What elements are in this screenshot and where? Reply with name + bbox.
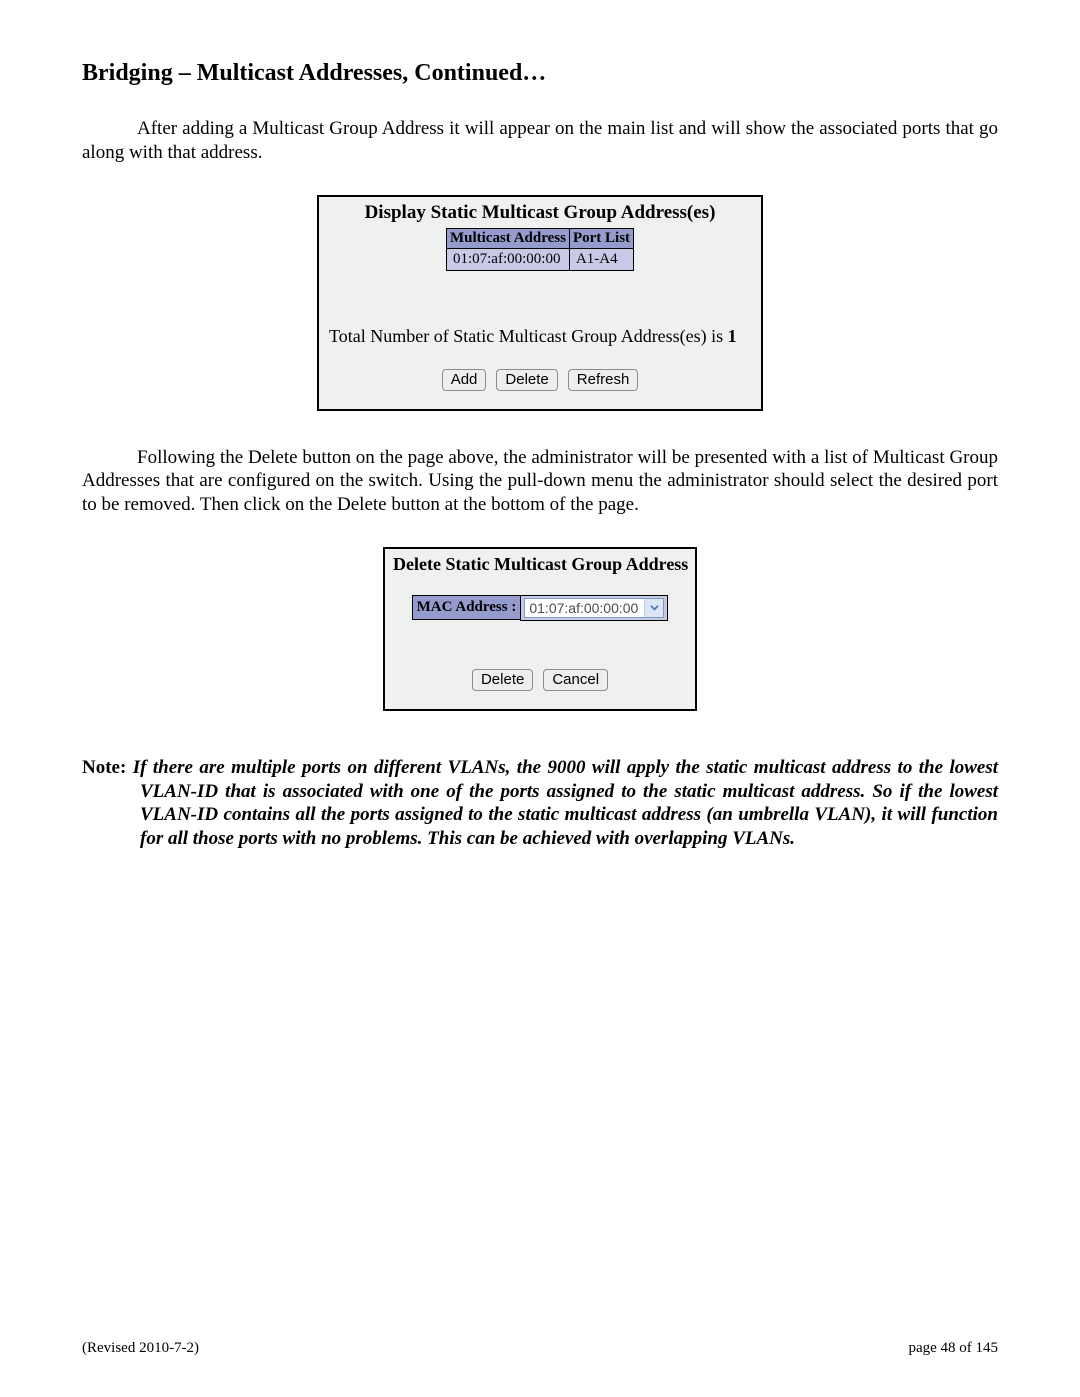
paragraph-1-text: After adding a Multicast Group Address i… <box>82 118 998 163</box>
multicast-table: Multicast Address Port List 01:07:af:00:… <box>446 228 634 271</box>
display-panel-title: Display Static Multicast Group Address(e… <box>319 202 761 224</box>
note-paragraph: Note: If there are multiple ports on dif… <box>82 756 998 851</box>
total-count-message: Total Number of Static Multicast Group A… <box>329 326 761 347</box>
page-footer: (Revised 2010-7-2) page 48 of 145 <box>82 1340 998 1357</box>
delete-multicast-panel: Delete Static Multicast Group Address MA… <box>383 547 697 711</box>
table-row: 01:07:af:00:00:00 A1-A4 <box>446 248 633 270</box>
total-count-prefix: Total Number of Static Multicast Group A… <box>329 326 728 346</box>
footer-revised: (Revised 2010-7-2) <box>82 1340 199 1357</box>
paragraph-1: After adding a Multicast Group Address i… <box>82 117 998 165</box>
cell-port-list: A1-A4 <box>569 248 633 270</box>
mac-address-selected: 01:07:af:00:00:00 <box>525 599 644 617</box>
note-label: Note: <box>82 757 133 778</box>
table-header-row: Multicast Address Port List <box>446 228 633 248</box>
cancel-button[interactable]: Cancel <box>543 669 608 691</box>
page-title: Bridging – Multicast Addresses, Continue… <box>82 60 998 87</box>
chevron-down-icon <box>644 599 663 617</box>
footer-page-number: page 48 of 145 <box>908 1340 998 1357</box>
header-multicast-address: Multicast Address <box>446 228 569 248</box>
mac-address-label: MAC Address : <box>412 595 521 620</box>
delete-button[interactable]: Delete <box>496 369 557 391</box>
total-count-value: 1 <box>728 326 737 346</box>
add-button[interactable]: Add <box>442 369 487 391</box>
display-multicast-panel: Display Static Multicast Group Address(e… <box>317 195 763 411</box>
cell-multicast-address: 01:07:af:00:00:00 <box>446 248 569 270</box>
mac-address-cell: 01:07:af:00:00:00 <box>520 595 668 621</box>
delete-panel-title: Delete Static Multicast Group Address <box>393 554 689 575</box>
note-body: If there are multiple ports on different… <box>133 757 998 849</box>
refresh-button[interactable]: Refresh <box>568 369 639 391</box>
mac-address-dropdown[interactable]: 01:07:af:00:00:00 <box>524 598 664 618</box>
header-port-list: Port List <box>569 228 633 248</box>
delete-confirm-button[interactable]: Delete <box>472 669 533 691</box>
paragraph-2-text: Following the Delete button on the page … <box>82 447 998 516</box>
paragraph-2: Following the Delete button on the page … <box>82 446 998 517</box>
